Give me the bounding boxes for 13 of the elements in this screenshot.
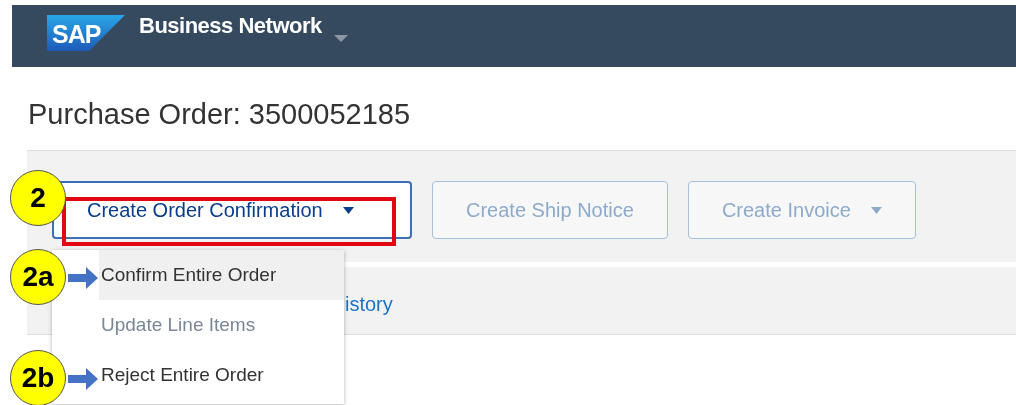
tab-link[interactable]: istory <box>345 293 393 316</box>
caret-icon[interactable] <box>333 35 348 43</box>
app-title: Business Network <box>139 13 322 39</box>
step-badge: 2 <box>10 170 66 226</box>
menu-item[interactable]: Confirm Entire Order <box>99 250 344 300</box>
toolbar-button[interactable]: Create Order Confirmation <box>52 181 412 239</box>
arrow-icon <box>68 267 98 289</box>
page-title: Purchase Order: 3500052185 <box>28 98 412 132</box>
step-badge: 2a <box>10 249 66 305</box>
logo: SAP <box>47 15 125 51</box>
step-badge: 2b <box>10 350 66 405</box>
arrow-icon <box>68 368 98 390</box>
menu-item[interactable]: Reject Entire Order <box>99 350 344 400</box>
